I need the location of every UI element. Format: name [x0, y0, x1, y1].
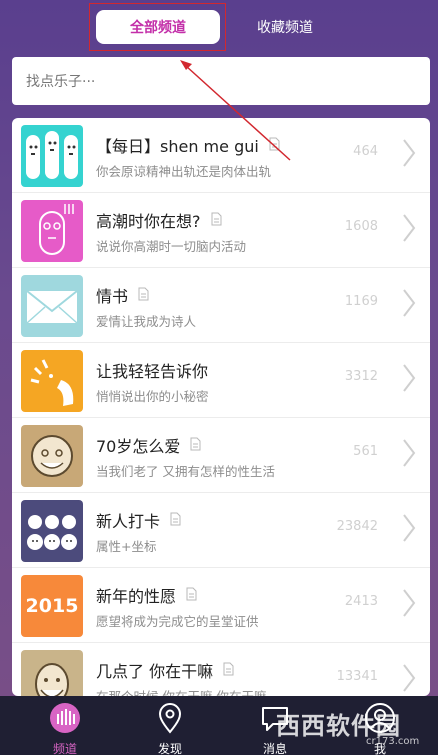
list-item[interactable]: 2015 新年的性愿 愿望将成为完成它的呈堂证供 2413 [12, 568, 430, 643]
channels-icon [50, 703, 80, 733]
channel-count: 3312 [344, 369, 378, 384]
channel-title-text: 【每日】shen me gui [96, 137, 259, 156]
channel-description: 属性+坐标 [96, 539, 157, 554]
channel-title-text: 70岁怎么爱 [96, 437, 181, 456]
channel-description: 悄悄说出你的小秘密 [96, 389, 209, 404]
channel-title-text: 情书 [96, 287, 129, 306]
channel-title-text: 新人打卡 [96, 512, 161, 531]
tab-favorite-channels[interactable]: 收藏频道 [240, 10, 330, 44]
nav-discover[interactable]: 发现 [130, 696, 210, 755]
tab-all-channels[interactable]: 全部频道 [96, 10, 220, 44]
channel-count: 2413 [344, 594, 378, 609]
channel-count: 1608 [344, 219, 378, 234]
document-icon [223, 661, 234, 680]
channel-count: 13341 [336, 669, 378, 684]
bearded-man-icon [21, 650, 83, 696]
channel-description: 你会原谅精神出轨还是肉体出轨 [96, 164, 272, 179]
channel-count: 23842 [336, 519, 378, 534]
list-item[interactable]: 几点了 你在干嘛 在那个时候 你在干嘛 你在干嘛 13341 [12, 643, 430, 696]
document-icon [186, 586, 197, 605]
document-icon [211, 211, 222, 230]
nav-label: 频道 [52, 742, 77, 755]
bottom-nav-bar: 频道 发现 消息 我 [0, 696, 438, 755]
ghost-family-icon [21, 125, 83, 187]
channel-title: 几点了 你在干嘛 [96, 658, 234, 682]
channel-title-text: 新年的性愿 [96, 587, 177, 606]
list-item[interactable]: 高潮时你在想? 说说你高潮时一切脑内活动 1608 [12, 193, 430, 268]
chevron-right-icon [402, 138, 416, 172]
list-item[interactable]: 情书 爱情让我成为诗人 1169 [12, 268, 430, 343]
channel-count: 561 [353, 444, 378, 459]
chevron-right-icon [402, 663, 416, 696]
chevron-right-icon [402, 513, 416, 547]
list-item[interactable]: 新人打卡 属性+坐标 23842 [12, 493, 430, 568]
chevron-right-icon [402, 588, 416, 622]
document-icon [190, 436, 201, 455]
channel-title-text: 几点了 你在干嘛 [96, 662, 214, 681]
nav-label: 消息 [262, 742, 287, 755]
chevron-right-icon [402, 288, 416, 322]
old-man-icon [21, 425, 83, 487]
channel-title: 高潮时你在想? [96, 208, 222, 232]
whisper-icon [21, 350, 83, 412]
chat-bubble-icon [262, 707, 288, 731]
channel-description: 愿望将成为完成它的呈堂证供 [96, 614, 259, 629]
year-2015-icon: 2015 [21, 575, 83, 637]
envelope-icon [21, 275, 83, 337]
channel-description: 爱情让我成为诗人 [96, 314, 197, 329]
channel-title: 新年的性愿 [96, 583, 197, 607]
nav-label: 发现 [157, 742, 182, 755]
channel-count: 1169 [344, 294, 378, 309]
channel-title: 让我轻轻告诉你 [96, 358, 208, 382]
profile-icon [365, 703, 395, 733]
document-icon [269, 136, 280, 155]
chevron-right-icon [402, 213, 416, 247]
channel-list: 【每日】shen me gui 你会原谅精神出轨还是肉体出轨 464 高潮时你在… [12, 118, 430, 696]
list-item[interactable]: 让我轻轻告诉你 悄悄说出你的小秘密 3312 [12, 343, 430, 418]
chevron-right-icon [402, 363, 416, 397]
channel-count: 464 [353, 144, 378, 159]
list-item[interactable]: 【每日】shen me gui 你会原谅精神出轨还是肉体出轨 464 [12, 118, 430, 193]
nav-messages[interactable]: 消息 [235, 696, 315, 755]
channel-title: 情书 [96, 283, 149, 307]
thumb-year-text: 2015 [25, 595, 79, 617]
document-icon [138, 286, 149, 305]
search-input[interactable]: 找点乐子··· [12, 57, 430, 105]
document-icon [170, 511, 181, 530]
channel-description: 说说你高潮时一切脑内活动 [96, 239, 247, 254]
nav-profile[interactable]: 我 [340, 696, 420, 755]
nav-channels[interactable]: 频道 [25, 696, 105, 755]
channel-title: 70岁怎么爱 [96, 433, 201, 457]
crowd-icon [21, 500, 83, 562]
channel-title: 新人打卡 [96, 508, 181, 532]
nav-label: 我 [373, 742, 386, 755]
top-tab-bar: 全部频道 收藏频道 [0, 0, 438, 52]
chevron-right-icon [402, 438, 416, 472]
location-pin-icon [158, 703, 182, 734]
list-item[interactable]: 70岁怎么爱 当我们老了 又拥有怎样的性生活 561 [12, 418, 430, 493]
channel-description: 当我们老了 又拥有怎样的性生活 [96, 464, 275, 479]
channel-description: 在那个时候 你在干嘛 你在干嘛 [96, 686, 266, 696]
channel-title: 【每日】shen me gui [96, 133, 280, 157]
face-symbol-icon [21, 200, 83, 262]
channel-title-text: 高潮时你在想? [96, 212, 201, 231]
channel-title-text: 让我轻轻告诉你 [96, 362, 209, 381]
